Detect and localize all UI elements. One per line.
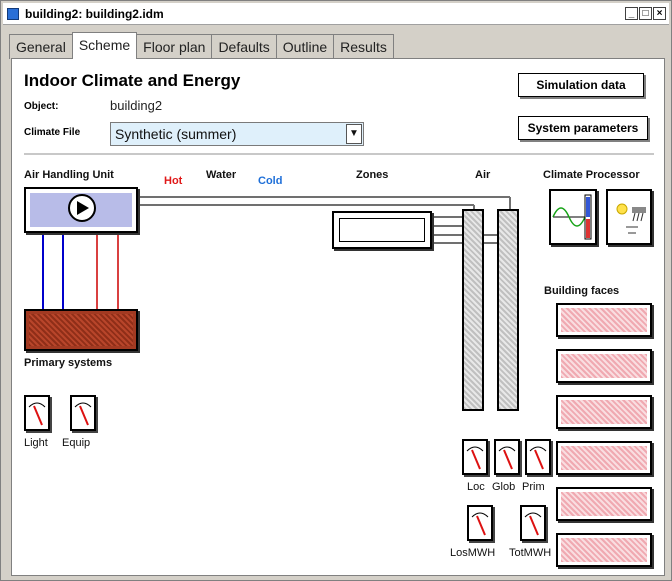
totmwh-meter-icon[interactable] <box>520 505 546 541</box>
light-meter-icon[interactable] <box>24 395 50 431</box>
tab-scheme[interactable]: Scheme <box>71 32 138 59</box>
light-meter-label: Light <box>24 437 48 449</box>
building-face-6[interactable] <box>556 533 652 567</box>
air-shaft-supply[interactable] <box>462 209 484 411</box>
air-shaft-return[interactable] <box>497 209 519 411</box>
primary-systems-label: Primary systems <box>24 357 113 369</box>
building-face-1[interactable] <box>556 303 652 337</box>
loc-meter-icon[interactable] <box>462 439 488 475</box>
tab-defaults[interactable]: Defaults <box>211 34 277 59</box>
prim-meter-label: Prim <box>522 481 545 493</box>
primary-systems-hatch <box>29 314 133 346</box>
tab-strip: General Scheme Floor plan Defaults Outli… <box>9 32 394 59</box>
application-window: building2: building2.idm _ □ × General S… <box>0 0 672 581</box>
maximize-button[interactable]: □ <box>639 7 652 20</box>
climate-graph-icon[interactable] <box>549 189 597 245</box>
tab-floor-plan[interactable]: Floor plan <box>136 34 213 59</box>
tab-outline[interactable]: Outline <box>275 34 335 59</box>
zone-inner <box>339 218 425 242</box>
building-faces-label: Building faces <box>544 285 620 297</box>
building-face-2[interactable] <box>556 349 652 383</box>
ahu-duct <box>30 193 132 227</box>
losmwh-meter-icon[interactable] <box>467 505 493 541</box>
scheme-panel: Indoor Climate and Energy Object: buildi… <box>11 58 665 576</box>
loc-meter-label: Loc <box>467 481 485 493</box>
primary-systems[interactable] <box>24 309 138 351</box>
equip-meter-label: Equip <box>62 437 91 449</box>
title-bar: building2: building2.idm _ □ × <box>3 3 669 25</box>
zone-box[interactable] <box>332 211 432 249</box>
app-icon <box>7 8 19 20</box>
glob-meter-label: Glob <box>492 481 516 493</box>
fan-icon <box>68 194 96 222</box>
building-face-5[interactable] <box>556 487 652 521</box>
tab-general[interactable]: General <box>9 34 73 59</box>
losmwh-meter-label: LosMWH <box>450 547 496 559</box>
totmwh-meter-label: TotMWH <box>509 547 552 559</box>
glob-meter-icon[interactable] <box>494 439 520 475</box>
sun-weather-icon[interactable] <box>606 189 652 245</box>
close-button[interactable]: × <box>653 7 666 20</box>
air-handling-unit[interactable] <box>24 187 138 233</box>
building-face-4[interactable] <box>556 441 652 475</box>
building-face-3[interactable] <box>556 395 652 429</box>
minimize-button[interactable]: _ <box>625 7 638 20</box>
prim-meter-icon[interactable] <box>525 439 551 475</box>
tab-results[interactable]: Results <box>333 34 394 59</box>
equip-meter-icon[interactable] <box>70 395 96 431</box>
window-title: building2: building2.idm <box>25 7 164 21</box>
